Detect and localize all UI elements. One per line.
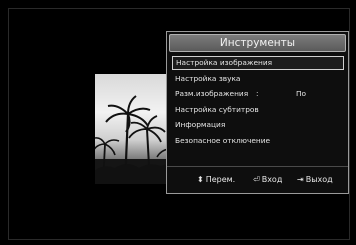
- menu-item-label: Разм.изображения: [175, 89, 249, 99]
- menu-item-subtitle-settings[interactable]: Настройка субтитров: [172, 103, 344, 117]
- enter-label: Вход: [261, 175, 283, 184]
- panel-title: Инструменты: [169, 34, 346, 52]
- menu-item-information[interactable]: Информация: [172, 118, 344, 132]
- enter-hint: ⏎ Вход: [253, 167, 282, 193]
- panel-footer: ⬍ Перем. ⏎ Вход ⇥ Выход: [167, 166, 348, 193]
- move-hint: ⬍ Перем.: [197, 167, 235, 193]
- menu-item-value: По: [296, 89, 307, 99]
- up-down-arrows-icon: ⬍: [197, 175, 204, 184]
- menu-item-label: Настройка звука: [175, 73, 241, 83]
- exit-label: Выход: [305, 175, 333, 184]
- menu-item-picture-settings[interactable]: Настройка изображения: [172, 56, 344, 70]
- exit-hint: ⇥ Выход: [297, 167, 333, 193]
- move-label: Перем.: [205, 175, 236, 184]
- menu-item-label: Настройка изображения: [176, 58, 273, 67]
- menu-item-picture-size[interactable]: Разм.изображения : По: [172, 87, 344, 101]
- exit-icon: ⇥: [297, 175, 304, 184]
- enter-icon: ⏎: [253, 175, 260, 184]
- menu-item-sound-settings[interactable]: Настройка звука: [172, 72, 344, 86]
- menu-item-label: Настройка субтитров: [175, 104, 259, 114]
- tv-screen: Инструменты Настройка изображения Настро…: [0, 0, 356, 245]
- menu-item-label: Безопасное отключение: [175, 135, 271, 145]
- tools-menu: Настройка изображения Настройка звука Ра…: [172, 56, 344, 150]
- menu-item-label: Информация: [175, 120, 226, 130]
- menu-item-separator: :: [256, 89, 259, 99]
- tools-panel: Инструменты Настройка изображения Настро…: [166, 31, 349, 194]
- menu-item-safe-remove[interactable]: Безопасное отключение: [172, 134, 344, 148]
